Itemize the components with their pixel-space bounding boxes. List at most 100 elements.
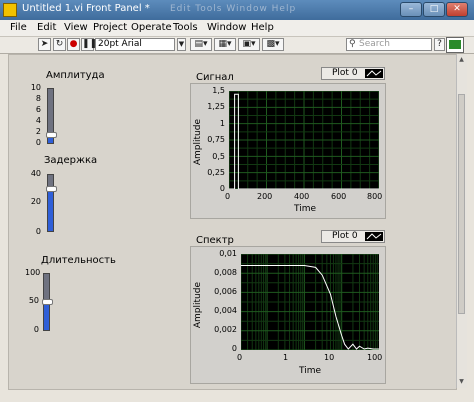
toolbar: ➤ ↻ ● ❚❚ 20pt Arial ▼ ▤▾ ▦▾ ▣▾ ▩▾ Search… [0,37,474,54]
signal-plot-legend-label: Plot 0 [332,68,358,78]
spectrum-plot-area[interactable] [240,253,379,351]
font-selector[interactable]: 20pt Arial [95,38,175,51]
front-panel: Амплитуда 10 8 6 4 2 0 Задержка 40 20 0 … [8,54,457,390]
y-tick: 0,5 [212,152,225,161]
labview-window: Untitled 1.vi Front Panel * Edit Tools W… [0,0,474,402]
x-tick: 800 [367,192,383,201]
amplitude-slider-label: Амплитуда [46,70,105,81]
duration-slider-label: Длительность [41,255,116,266]
signal-plot-swatch-icon [365,69,383,78]
spectrum-graph[interactable]: Amplitude 0,01 0,008 0,006 0,004 0,002 0… [190,246,386,384]
help-icon[interactable]: ? [434,38,445,51]
duration-slider-fill [44,302,49,330]
align-objects-icon[interactable]: ▤▾ [190,38,212,51]
y-tick: 0 [219,184,225,193]
y-tick: 0,008 [214,268,237,277]
maximize-button[interactable]: □ [423,2,445,17]
distribute-objects-icon[interactable]: ▦▾ [214,38,236,51]
spectrum-x-axis-label: Time [299,366,322,376]
resize-objects-icon[interactable]: ▣▾ [238,38,260,51]
close-button[interactable]: ✕ [446,2,468,17]
y-tick: 1,5 [212,86,225,95]
tick-label: 50 [28,296,39,305]
signal-plot-svg [228,90,380,190]
tick-label: 0 [35,138,41,147]
tick-label: 4 [35,116,41,125]
amplitude-slider[interactable] [46,88,57,144]
search-icon: ⚲ [349,39,356,49]
spectrum-graph-title: Спектр [196,235,234,246]
x-tick: 0 [237,353,243,362]
x-tick: 10 [324,353,335,362]
menu-help[interactable]: Help [251,22,274,33]
signal-x-axis-label: Time [294,204,317,214]
signal-graph-title: Сигнал [196,72,234,83]
tick-label: 10 [30,83,41,92]
duration-slider[interactable] [42,273,53,331]
y-tick: 1 [219,119,225,128]
y-tick: 1,25 [207,102,225,111]
background-window-menu: Edit Tools Window Help [170,4,297,14]
tick-label: 0 [33,325,39,334]
reorder-icon[interactable]: ▩▾ [262,38,284,51]
spectrum-plot-svg [240,253,379,351]
signal-y-axis-label: Amplitude [193,119,203,166]
window-title: Untitled 1.vi Front Panel * [22,3,150,14]
spectrum-y-axis-label: Amplitude [193,282,203,329]
x-tick: 200 [257,192,273,201]
y-tick: 0,002 [214,325,237,334]
scroll-up-arrow-icon[interactable]: ▲ [458,56,465,64]
delay-slider[interactable] [46,174,57,232]
x-tick: 400 [294,192,310,201]
menu-project[interactable]: Project [93,22,127,33]
y-tick: 0,004 [214,306,237,315]
run-continuously-icon[interactable]: ↻ [53,38,66,51]
menu-view[interactable]: View [64,22,88,33]
y-tick: 0 [231,344,237,353]
scrollbar-thumb[interactable] [458,94,465,314]
delay-slider-thumb[interactable] [46,186,57,192]
tick-label: 6 [35,105,41,114]
signal-plot-area[interactable] [228,90,380,190]
vi-connector-icon[interactable] [446,37,464,53]
y-tick: 0,006 [214,287,237,296]
menu-window[interactable]: Window [207,22,246,33]
menu-bar: File Edit View Project Operate Tools Win… [0,20,474,37]
pause-icon[interactable]: ❚❚ [81,38,97,51]
labview-app-icon [3,3,17,17]
y-tick: 0,01 [219,249,237,258]
x-tick: 1 [283,353,289,362]
spectrum-plot-swatch-icon [365,232,383,241]
menu-tools[interactable]: Tools [173,22,198,33]
search-input[interactable]: Search [346,38,432,51]
delay-slider-label: Задержка [44,155,98,166]
tick-label: 8 [35,94,41,103]
y-tick: 0,75 [207,135,225,144]
spectrum-plot-legend[interactable]: Plot 0 [321,230,385,243]
y-tick: 0,25 [207,168,225,177]
signal-graph[interactable]: Amplitude 1,5 1,25 1 0,75 0,5 0,25 0 0 2… [190,83,386,219]
tick-label: 100 [25,268,41,277]
tick-label: 2 [35,127,41,136]
amplitude-slider-thumb[interactable] [46,131,57,138]
vertical-scrollbar[interactable]: ▲ ▼ [456,54,467,388]
abort-icon[interactable]: ● [67,38,80,51]
font-dropdown-chevron-icon[interactable]: ▼ [177,38,186,51]
x-tick: 100 [367,353,383,362]
title-bar: Untitled 1.vi Front Panel * Edit Tools W… [0,0,474,20]
delay-slider-fill [48,189,53,231]
menu-operate[interactable]: Operate [131,22,172,33]
run-arrow-icon[interactable]: ➤ [38,38,51,51]
scroll-down-arrow-icon[interactable]: ▼ [458,378,465,386]
tick-label: 40 [30,169,41,178]
x-tick: 0 [225,192,231,201]
x-tick: 600 [331,192,347,201]
tick-label: 0 [35,227,41,236]
minimize-button[interactable]: – [400,2,422,17]
signal-plot-legend[interactable]: Plot 0 [321,67,385,80]
tick-label: 20 [30,197,41,206]
spectrum-plot-legend-label: Plot 0 [332,231,358,241]
menu-edit[interactable]: Edit [37,22,56,33]
duration-slider-thumb[interactable] [42,299,53,305]
menu-file[interactable]: File [10,22,27,33]
